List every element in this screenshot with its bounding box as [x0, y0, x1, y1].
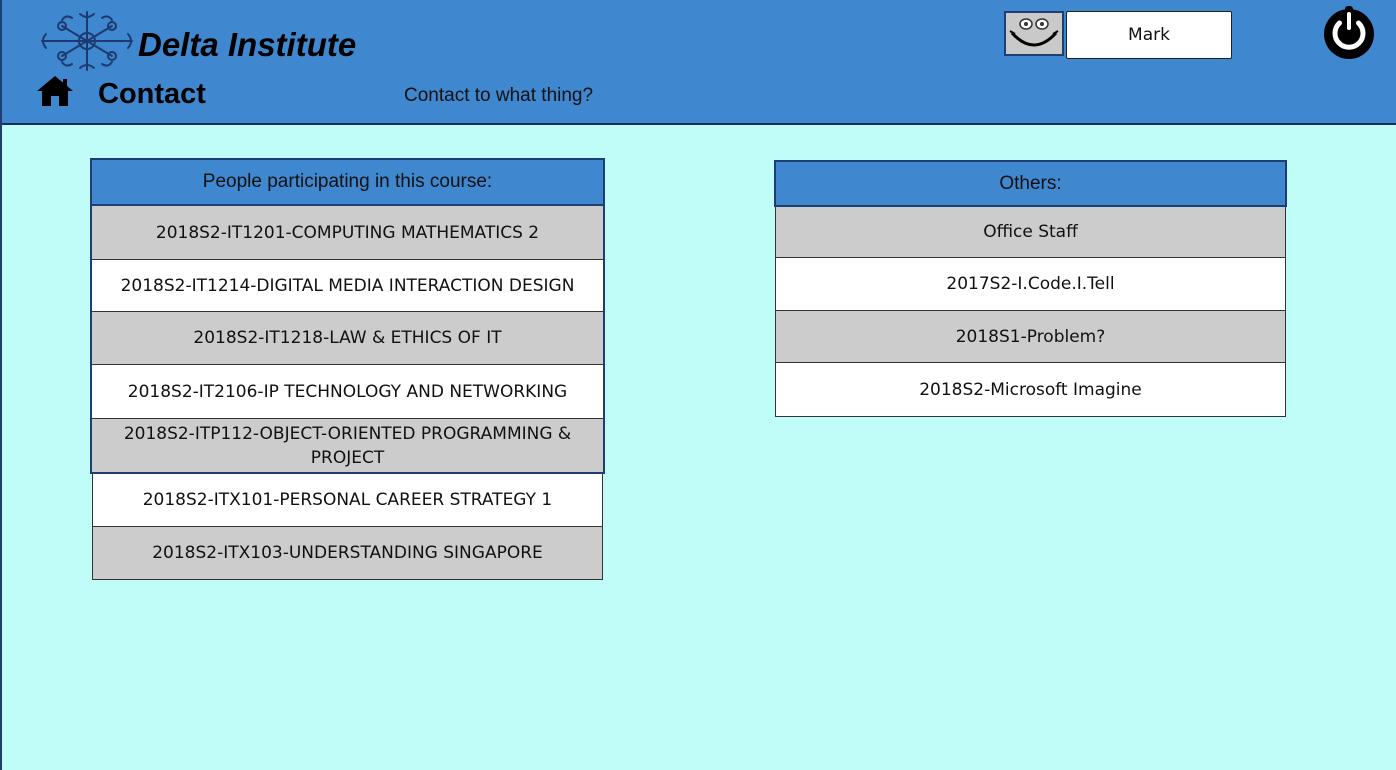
page-subtitle: Contact to what thing?: [404, 85, 594, 106]
course-item[interactable]: 2018S2-IT1201-COMPUTING MATHEMATICS 2: [90, 206, 605, 260]
power-icon[interactable]: [1321, 0, 1377, 62]
page-title: Contact: [98, 78, 206, 110]
course-item[interactable]: 2018S2-ITX103-UNDERSTANDING SINGAPORE: [92, 527, 603, 580]
others-item[interactable]: 2017S2-I.Code.I.Tell: [775, 258, 1286, 311]
course-item[interactable]: 2018S2-ITP112-OBJECT-ORIENTED PROGRAMMIN…: [90, 419, 605, 474]
course-participants-panel: People participating in this course: 201…: [90, 158, 605, 580]
course-item[interactable]: 2018S2-IT1214-DIGITAL MEDIA INTERACTION …: [90, 260, 605, 312]
user-profile[interactable]: Mark: [1004, 11, 1232, 59]
others-item[interactable]: Office Staff: [775, 207, 1286, 258]
username-label: Mark: [1066, 11, 1232, 59]
others-item[interactable]: 2018S2-Microsoft Imagine: [775, 363, 1286, 417]
course-item[interactable]: 2018S2-IT2106-IP TECHNOLOGY AND NETWORKI…: [90, 365, 605, 419]
course-item[interactable]: 2018S2-IT1218-LAW & ETHICS OF IT: [90, 312, 605, 365]
brand-name: Delta Institute: [138, 26, 357, 63]
others-panel-header: Others:: [774, 160, 1287, 207]
home-icon[interactable]: [35, 74, 75, 108]
snowflake-logo-icon: [41, 11, 133, 71]
top-header: Delta Institute Contact Contact to what …: [2, 0, 1396, 125]
others-panel: Others: Office Staff 2017S2-I.Code.I.Tel…: [774, 160, 1287, 417]
course-panel-header: People participating in this course:: [90, 158, 605, 206]
contact-page: Delta Institute Contact Contact to what …: [0, 0, 1396, 770]
others-item[interactable]: 2018S1-Problem?: [775, 311, 1286, 363]
course-item[interactable]: 2018S2-ITX101-PERSONAL CAREER STRATEGY 1: [92, 474, 603, 527]
smiley-avatar-icon: [1004, 11, 1064, 56]
